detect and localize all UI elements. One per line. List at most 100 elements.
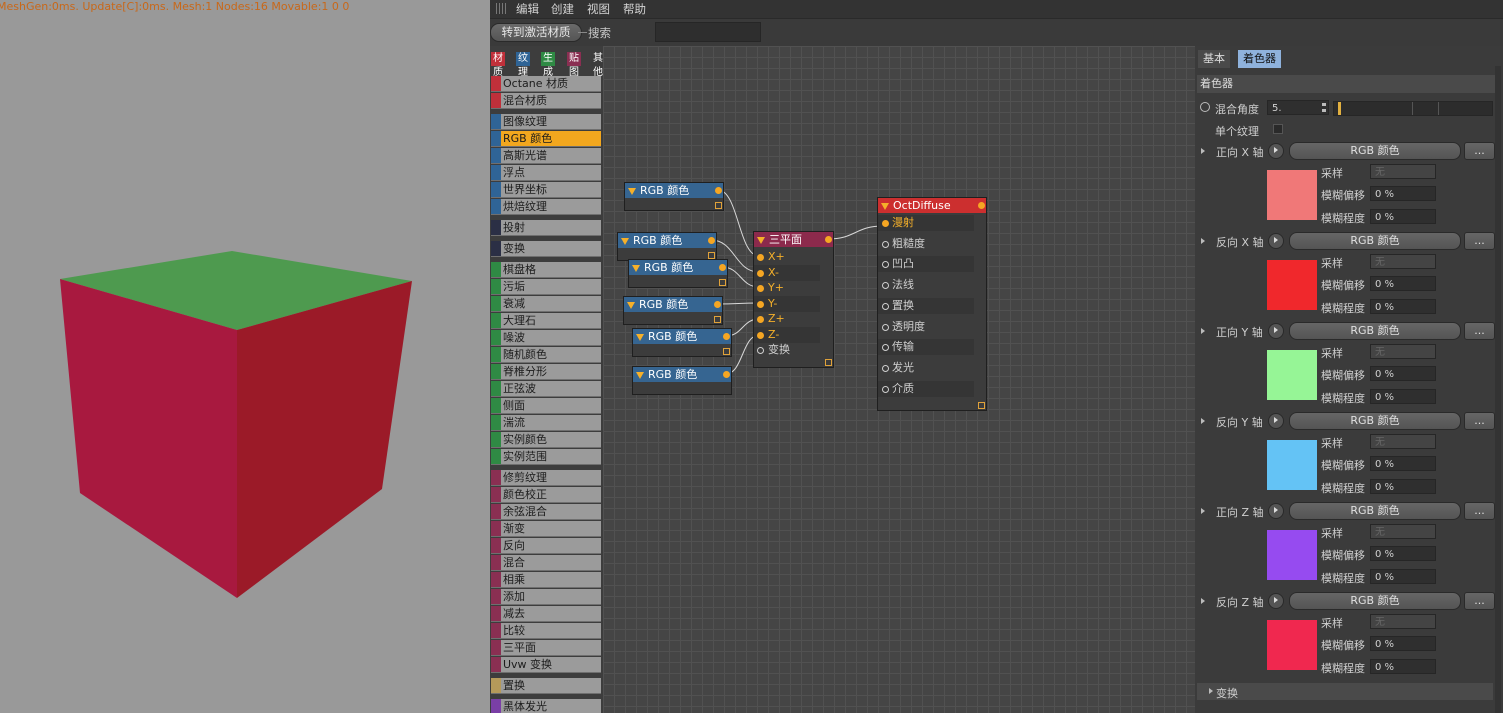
node-list-item[interactable]: 反向 — [491, 538, 601, 554]
input-port[interactable] — [757, 331, 764, 339]
resize-icon[interactable] — [978, 402, 985, 409]
node-list-item[interactable]: 相乘 — [491, 572, 601, 588]
input-port[interactable] — [757, 347, 764, 354]
node-canvas[interactable]: RGB 颜色 RGB 颜色 RGB 颜色 RGB 颜色 RGB 颜色 RGB 颜… — [603, 46, 1195, 713]
diffuse-port[interactable]: 凹凸 — [878, 256, 974, 273]
node-list-item[interactable]: 随机颜色 — [491, 347, 601, 363]
diffuse-port[interactable]: 法线 — [878, 277, 974, 293]
node-list-item[interactable]: 图像纹理 — [491, 114, 601, 130]
shader-button[interactable]: RGB 颜色 — [1289, 142, 1461, 160]
node-list-item[interactable]: 余弦混合 — [491, 504, 601, 520]
input-port[interactable] — [757, 316, 764, 323]
link-arrow-icon[interactable] — [1268, 323, 1284, 339]
shader-button[interactable]: RGB 颜色 — [1289, 412, 1461, 430]
more-button[interactable]: ... — [1464, 322, 1495, 340]
node-list-item[interactable]: 添加 — [491, 589, 601, 605]
input-port[interactable] — [882, 344, 889, 352]
node-list-item[interactable]: 正弦波 — [491, 381, 601, 397]
resize-icon[interactable] — [715, 202, 722, 209]
node-list-item[interactable]: RGB 颜色 — [491, 131, 601, 147]
diffuse-port[interactable]: 置换 — [878, 297, 974, 314]
input-port[interactable] — [757, 300, 764, 308]
link-arrow-icon[interactable] — [1268, 413, 1284, 429]
node-list-item[interactable]: 衰减 — [491, 296, 601, 312]
input-port[interactable] — [757, 285, 764, 292]
category-tab[interactable]: 生成 — [541, 52, 555, 78]
single-texture-checkbox[interactable] — [1273, 124, 1283, 134]
node-list-item[interactable]: 减去 — [491, 606, 601, 622]
radio-icon[interactable] — [1200, 102, 1210, 112]
node-list-item[interactable]: 高斯光谱 — [491, 148, 601, 164]
blur-offset-field[interactable]: 0 % — [1370, 456, 1436, 471]
node-list-item[interactable]: Octane 材质 — [491, 76, 601, 92]
node-list-item[interactable]: 投射 — [491, 220, 601, 236]
shader-button[interactable]: RGB 颜色 — [1289, 232, 1461, 250]
diffuse-port[interactable]: 透明度 — [878, 319, 974, 335]
rgb-node-2[interactable]: RGB 颜色 — [617, 232, 717, 261]
shader-button[interactable]: RGB 颜色 — [1289, 502, 1461, 520]
node-list-item[interactable]: 混合 — [491, 555, 601, 571]
category-tab[interactable]: 材质 — [491, 52, 505, 78]
node-list-item[interactable]: 比较 — [491, 623, 601, 639]
node-list-item[interactable]: 浮点 — [491, 165, 601, 181]
sampling-select[interactable]: 无 — [1370, 344, 1436, 359]
node-list-item[interactable]: 三平面 — [491, 640, 601, 656]
triplanar-port[interactable]: Y- — [754, 295, 820, 312]
link-arrow-icon[interactable] — [1268, 503, 1284, 519]
output-port[interactable] — [978, 202, 985, 209]
node-list-item[interactable]: 烘焙纹理 — [491, 199, 601, 215]
blend-angle-slider[interactable] — [1333, 101, 1493, 116]
input-port[interactable] — [882, 385, 889, 393]
expand-icon[interactable] — [1201, 418, 1205, 424]
category-tab[interactable]: 贴图 — [567, 52, 581, 78]
input-port[interactable] — [882, 323, 889, 331]
viewport-3d[interactable]: MeshGen:0ms. Update[C]:0ms. Mesh:1 Nodes… — [0, 0, 490, 713]
more-button[interactable]: ... — [1464, 592, 1495, 610]
input-port[interactable] — [882, 282, 889, 290]
resize-icon[interactable] — [719, 279, 726, 286]
sampling-select[interactable]: 无 — [1370, 254, 1436, 269]
sampling-select[interactable]: 无 — [1370, 524, 1436, 539]
diffuse-port[interactable]: 漫射 — [878, 215, 974, 231]
more-button[interactable]: ... — [1464, 142, 1495, 160]
node-list-item[interactable]: 污垢 — [491, 279, 601, 295]
diffuse-port[interactable]: 发光 — [878, 360, 974, 376]
output-port[interactable] — [715, 187, 722, 194]
tab-basic[interactable]: 基本 — [1198, 50, 1230, 68]
triplanar-port[interactable]: 变换 — [754, 342, 820, 358]
node-list-item[interactable]: 渐变 — [491, 521, 601, 537]
output-port[interactable] — [723, 333, 730, 340]
node-list-item[interactable]: 脊椎分形 — [491, 364, 601, 380]
more-button[interactable]: ... — [1464, 502, 1495, 520]
rgb-node-3[interactable]: RGB 颜色 — [628, 259, 728, 288]
blur-offset-field[interactable]: 0 % — [1370, 366, 1436, 381]
input-port[interactable] — [882, 364, 889, 372]
output-port[interactable] — [825, 236, 832, 243]
node-list-item[interactable]: 黑体发光 — [491, 699, 601, 713]
shader-button[interactable]: RGB 颜色 — [1289, 322, 1461, 340]
transform-section[interactable]: 变换 — [1197, 683, 1493, 700]
input-port[interactable] — [882, 240, 889, 248]
menu-view[interactable]: 视图 — [587, 1, 610, 17]
blur-amount-field[interactable]: 0 % — [1370, 569, 1436, 584]
sampling-select[interactable]: 无 — [1370, 434, 1436, 449]
node-list-item[interactable]: 噪波 — [491, 330, 601, 346]
rgb-node-5[interactable]: RGB 颜色 — [632, 328, 732, 357]
expand-icon[interactable] — [1201, 508, 1205, 514]
output-port[interactable] — [714, 301, 721, 308]
sampling-select[interactable]: 无 — [1370, 614, 1436, 629]
grip-icon[interactable] — [496, 3, 508, 14]
blur-amount-field[interactable]: 0 % — [1370, 389, 1436, 404]
triplanar-port[interactable]: Y+ — [754, 280, 820, 296]
triplanar-port[interactable]: X+ — [754, 249, 820, 265]
input-port[interactable] — [882, 302, 889, 310]
input-port[interactable] — [882, 220, 889, 227]
node-list-item[interactable]: 棋盘格 — [491, 262, 601, 278]
blur-amount-field[interactable]: 0 % — [1370, 659, 1436, 674]
expand-icon[interactable] — [1201, 148, 1205, 154]
blend-angle-field[interactable]: 5. — [1267, 100, 1329, 115]
search-input[interactable] — [655, 22, 761, 42]
triplanar-node[interactable]: 三平面 X+ X- Y+ Y- Z+ Z- 变换 — [753, 231, 834, 368]
node-list-item[interactable]: Uvw 变换 — [491, 657, 601, 673]
resize-icon[interactable] — [708, 252, 715, 259]
